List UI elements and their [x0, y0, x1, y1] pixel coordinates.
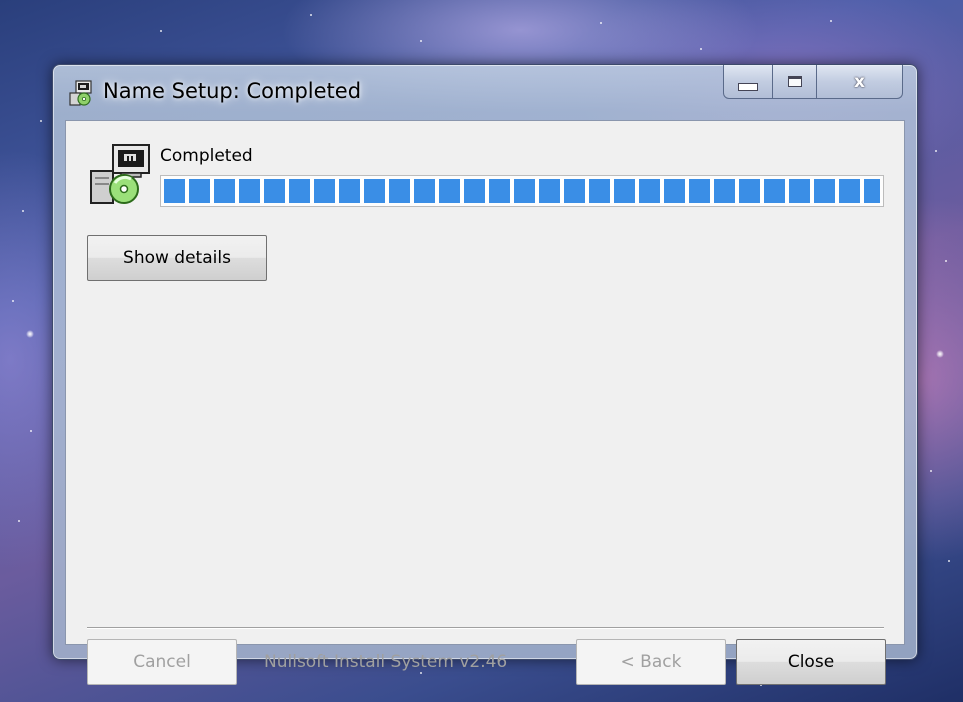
status-label: Completed — [160, 146, 253, 166]
minimize-icon — [738, 82, 758, 91]
close-window-button[interactable]: x — [817, 65, 903, 99]
close-icon: x — [854, 71, 865, 92]
title-bar[interactable]: Name Setup: Completed x — [53, 65, 917, 119]
dialog-body: Completed Show details Cancel Nullsoft I… — [65, 120, 905, 685]
minimize-button[interactable] — [723, 65, 773, 99]
progress-fill — [164, 179, 880, 203]
window-title: Name Setup: Completed — [103, 79, 362, 103]
installer-icon — [67, 79, 95, 107]
installer-cd-icon — [87, 141, 151, 207]
setup-window: Name Setup: Completed x Completed Show d… — [52, 64, 918, 685]
cancel-button[interactable]: Cancel — [87, 639, 237, 685]
maximize-icon — [787, 76, 802, 87]
branding-text: Nullsoft Install System v2.46 — [264, 652, 508, 672]
caption-buttons: x — [723, 65, 903, 99]
progress-bar — [160, 175, 884, 207]
footer-divider — [87, 627, 884, 629]
maximize-button[interactable] — [773, 65, 817, 99]
back-button[interactable]: < Back — [576, 639, 726, 685]
show-details-button[interactable]: Show details — [87, 235, 267, 281]
close-button[interactable]: Close — [736, 639, 886, 685]
